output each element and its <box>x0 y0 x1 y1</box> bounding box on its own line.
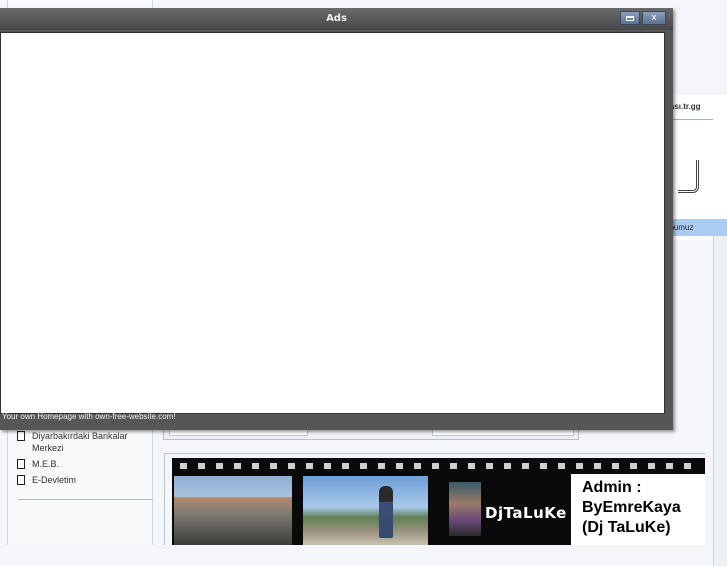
film-hole <box>558 463 565 469</box>
admin-line-3: (Dj TaLuKe) <box>582 519 671 536</box>
film-hole <box>324 463 331 469</box>
film-strip-banner: DjTaLuKe Admin : ByEmreKaya (Dj TaLuKe) <box>172 458 705 545</box>
film-hole <box>612 463 619 469</box>
film-hole <box>180 463 187 469</box>
banner-photo-portrait <box>449 482 481 536</box>
film-hole <box>414 463 421 469</box>
sidebar-item-meb[interactable]: M.E.B. <box>17 458 147 470</box>
ads-window: Ads x Your own Homepage with own-free-we… <box>0 8 673 430</box>
right-panel-scroll-area <box>713 236 727 566</box>
sidebar-link-list: Diyarbakırdaki Bankalar Merkezi M.E.B. E… <box>17 430 147 490</box>
close-icon: x <box>651 13 657 23</box>
maximize-icon <box>626 15 634 21</box>
maximize-button[interactable] <box>620 11 640 25</box>
sidebar-item-label: M.E.B. <box>32 459 60 469</box>
sidebar-item-edevlet[interactable]: E-Devletim <box>17 474 147 486</box>
film-hole <box>360 463 367 469</box>
film-hole <box>378 463 385 469</box>
film-perforations <box>180 463 691 469</box>
film-hole <box>522 463 529 469</box>
sidebar-item-banks[interactable]: Diyarbakırdaki Bankalar Merkezi <box>17 430 147 454</box>
film-hole <box>594 463 601 469</box>
film-hole <box>306 463 313 469</box>
document-icon <box>17 431 25 441</box>
admin-line-1: Admin : <box>582 479 642 496</box>
film-hole <box>234 463 241 469</box>
close-button[interactable]: x <box>642 11 666 25</box>
film-hole <box>468 463 475 469</box>
film-hole <box>540 463 547 469</box>
decorative-logo-icon <box>678 160 699 193</box>
film-hole <box>684 463 691 469</box>
ads-titlebar[interactable]: Ads x <box>0 8 673 30</box>
film-hole <box>450 463 457 469</box>
film-hole <box>198 463 205 469</box>
banner-border-left <box>164 453 165 545</box>
sidebar-item-label: E-Devletim <box>32 475 77 485</box>
ads-content-area[interactable] <box>0 32 665 414</box>
film-hole <box>486 463 493 469</box>
film-hole <box>630 463 637 469</box>
film-hole <box>666 463 673 469</box>
film-hole <box>288 463 295 469</box>
sidebar-item-label: Diyarbakırdaki Bankalar Merkezi <box>32 431 128 453</box>
film-hole <box>648 463 655 469</box>
banner-person-figure <box>379 486 393 538</box>
sidebar-divider <box>18 499 153 500</box>
film-hole <box>342 463 349 469</box>
window-controls: x <box>620 11 666 25</box>
film-hole <box>216 463 223 469</box>
film-hole <box>576 463 583 469</box>
film-hole <box>504 463 511 469</box>
banner-photo-building <box>174 476 292 545</box>
film-hole <box>270 463 277 469</box>
admin-line-2: ByEmreKaya <box>582 499 681 516</box>
ads-footer-link[interactable]: Your own Homepage with own-free-website.… <box>2 412 176 421</box>
film-hole <box>432 463 439 469</box>
film-hole <box>396 463 403 469</box>
banner-border-top <box>164 453 705 454</box>
document-icon <box>17 475 25 485</box>
ads-window-title: Ads <box>326 13 347 24</box>
banner-admin-box: Admin : ByEmreKaya (Dj TaLuKe) <box>571 474 705 545</box>
banner-logo-text: DjTaLuKe <box>485 504 567 522</box>
document-icon <box>17 459 25 469</box>
banner-photo-person <box>303 476 428 545</box>
film-hole <box>252 463 259 469</box>
